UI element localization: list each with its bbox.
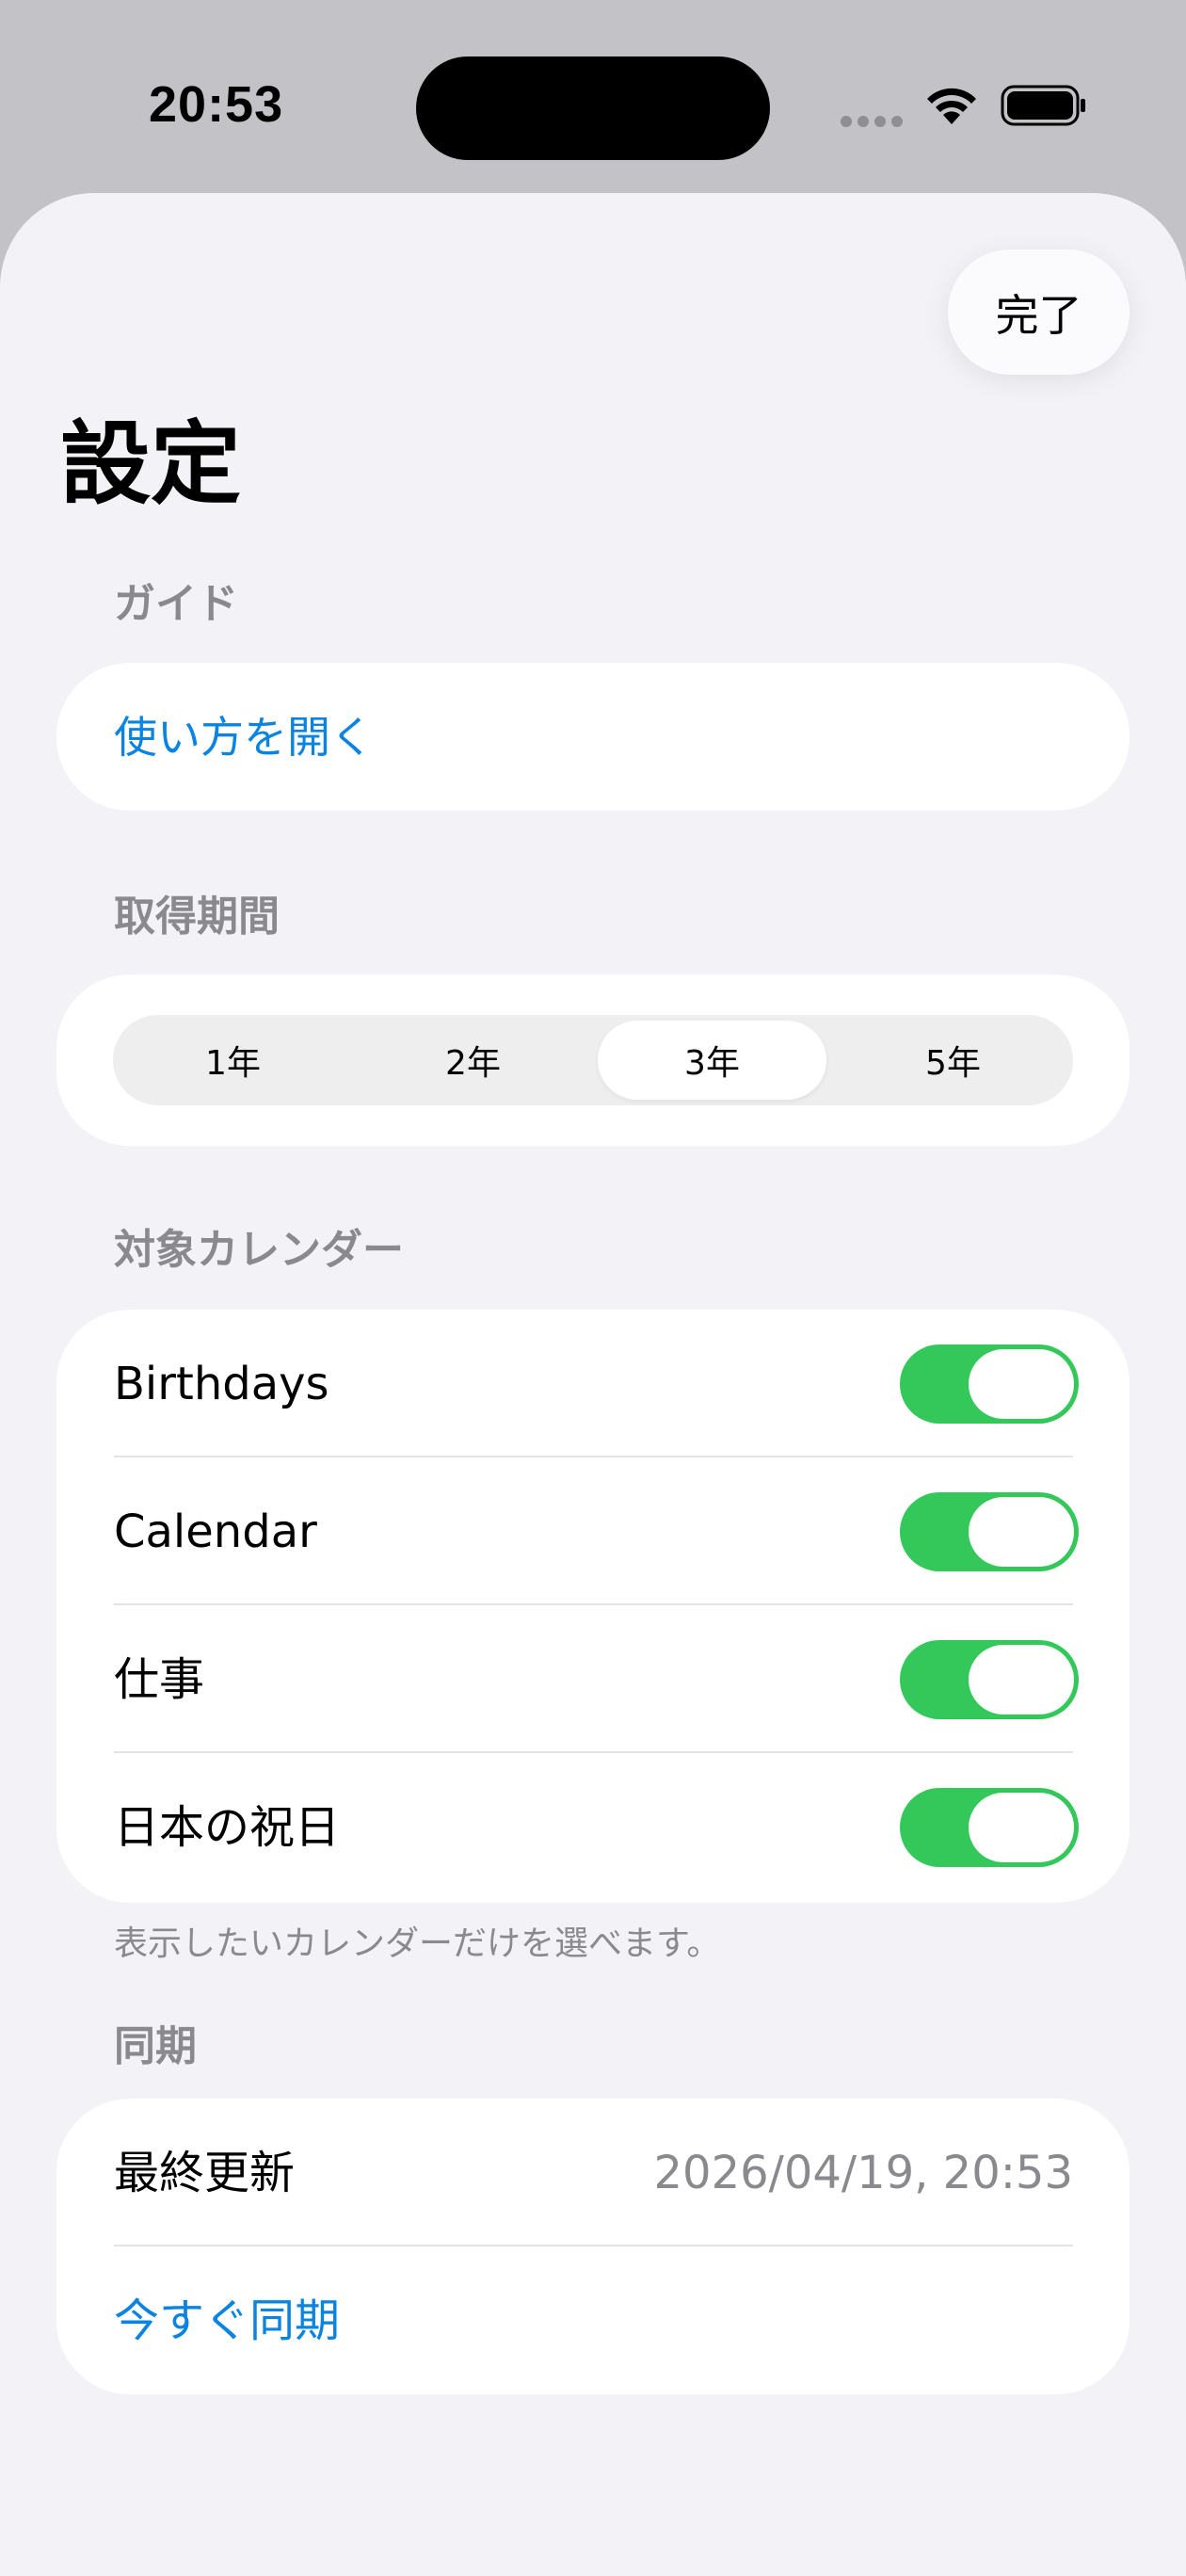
segment-5-year[interactable]: 5年 [833, 1015, 1073, 1105]
status-time: 20:53 [149, 76, 284, 133]
toggle-knob [969, 1496, 1074, 1567]
dynamic-island [416, 56, 770, 160]
calendar-label: Calendar [114, 1505, 317, 1558]
section-header-guide: ガイド [114, 580, 238, 628]
done-button[interactable]: 完了 [948, 250, 1130, 375]
calendar-toggle-work[interactable] [900, 1639, 1079, 1719]
page-title: 設定 [60, 411, 241, 517]
calendars-card: Birthdays Calendar 仕事 日本の祝日 [56, 1310, 1130, 1903]
sync-card: 最終更新 2026/04/19, 20:53 今すぐ同期 [56, 2099, 1130, 2394]
section-header-calendars: 対象カレンダー [114, 1226, 404, 1274]
segment-2-year[interactable]: 2年 [353, 1015, 593, 1105]
calendars-footnote: 表示したいカレンダーだけを選べます。 [114, 1924, 721, 1963]
calendar-label: Birthdays [114, 1357, 329, 1410]
status-bar: 20:53 [0, 0, 1186, 193]
calendar-toggle-japan-holidays[interactable] [900, 1787, 1079, 1867]
settings-sheet: 完了 設定 ガイド 使い方を開く 取得期間 1年 2年 3年 5年 対象カレンダ… [0, 193, 1186, 2576]
last-updated-row: 最終更新 2026/04/19, 20:53 [56, 2099, 1130, 2246]
calendar-toggle-birthdays[interactable] [900, 1344, 1079, 1424]
toggle-knob [969, 1792, 1074, 1862]
period-segmented-control: 1年 2年 3年 5年 [113, 1015, 1073, 1105]
sync-now-row[interactable]: 今すぐ同期 [56, 2246, 1130, 2394]
calendar-row-birthdays: Birthdays [56, 1310, 1130, 1457]
last-updated-value: 2026/04/19, 20:53 [653, 2146, 1074, 2199]
segment-1-year[interactable]: 1年 [113, 1015, 353, 1105]
section-header-period: 取得期間 [114, 893, 280, 941]
toggle-knob [969, 1644, 1074, 1715]
battery-icon [1001, 85, 1087, 126]
calendar-label: 仕事 [114, 1652, 205, 1706]
segment-3-year[interactable]: 3年 [598, 1021, 826, 1100]
calendar-toggle-calendar[interactable] [900, 1491, 1079, 1571]
period-card: 1年 2年 3年 5年 [56, 974, 1130, 1146]
sync-now-button[interactable]: 今すぐ同期 [114, 2298, 340, 2343]
guide-card: 使い方を開く [56, 663, 1130, 811]
wifi-icon [921, 83, 983, 128]
calendar-row-japan-holidays: 日本の祝日 [56, 1753, 1130, 1901]
toggle-knob [969, 1348, 1074, 1419]
calendar-row-work: 仕事 [56, 1605, 1130, 1753]
calendar-label: 日本の祝日 [114, 1800, 341, 1854]
cellular-signal-icon [841, 116, 905, 127]
section-header-sync: 同期 [114, 2022, 197, 2070]
calendar-row-calendar: Calendar [56, 1457, 1130, 1605]
open-guide-link[interactable]: 使い方を開く [114, 716, 374, 759]
last-updated-label: 最終更新 [114, 2146, 296, 2199]
